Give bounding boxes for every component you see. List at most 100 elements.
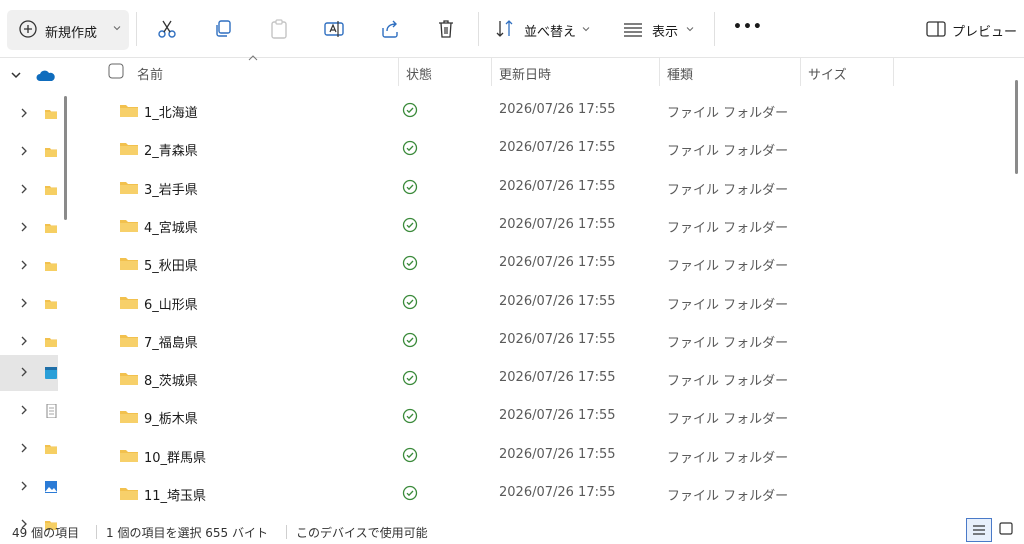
doc-icon — [46, 404, 57, 418]
chevron-down-icon — [582, 27, 590, 32]
chevron-right-icon[interactable] — [20, 481, 28, 491]
file-row[interactable]: 7_福島県 2026/07/26 17:55 ファイル フォルダー — [104, 321, 1004, 359]
file-modified-date: 2026/07/26 17:55 — [499, 216, 616, 232]
column-divider — [800, 58, 801, 86]
preview-button-label[interactable]: プレビュー — [952, 21, 1017, 40]
synced-check-icon — [402, 102, 418, 118]
folder-icon — [45, 148, 57, 157]
synced-check-icon — [402, 485, 418, 501]
column-header-modified[interactable]: 更新日時 — [499, 64, 551, 92]
chevron-right-icon[interactable] — [20, 146, 28, 156]
nav-scrollbar[interactable] — [64, 96, 67, 220]
file-modified-date: 2026/07/26 17:55 — [499, 485, 616, 500]
synced-check-icon — [402, 370, 418, 386]
file-row[interactable]: 10_群馬県 2026/07/26 17:55 ファイル フォルダー — [104, 436, 1004, 474]
copy-icon[interactable] — [212, 18, 234, 40]
synced-check-icon — [402, 256, 418, 271]
nav-item[interactable] — [0, 431, 58, 467]
delete-icon[interactable] — [435, 18, 457, 40]
folder-icon — [120, 411, 138, 424]
synced-check-icon — [402, 294, 418, 309]
chevron-right-icon[interactable] — [20, 405, 28, 415]
nav-item[interactable] — [0, 134, 58, 170]
file-row[interactable]: 3_岩手県 2026/07/26 17:55 ファイル フォルダー — [104, 168, 1004, 206]
nav-item-onedrive[interactable] — [0, 58, 58, 94]
nav-item[interactable] — [0, 210, 58, 246]
plus-circle-icon — [19, 20, 37, 38]
folder-icon — [45, 338, 57, 347]
sort-icon[interactable] — [494, 18, 516, 40]
sort-ascending-icon — [248, 55, 258, 61]
column-header-type[interactable]: 種類 — [667, 64, 693, 92]
status-divider — [96, 525, 97, 539]
app-icon — [45, 367, 57, 379]
folder-icon — [45, 300, 57, 309]
nav-item[interactable] — [0, 172, 58, 208]
chevron-down-icon — [686, 27, 694, 32]
share-icon[interactable] — [379, 18, 401, 40]
file-name: 2_青森県 — [144, 144, 198, 160]
toolbar-divider — [714, 12, 715, 46]
file-name: 7_福島県 — [144, 335, 198, 351]
file-row[interactable]: 8_茨城県 2026/07/26 17:55 ファイル フォルダー — [104, 359, 1004, 397]
file-type: ファイル フォルダー — [667, 106, 789, 121]
column-header-size[interactable]: サイズ — [808, 64, 847, 92]
folder-icon — [120, 219, 138, 232]
sort-button-label[interactable]: 並べ替え — [524, 21, 576, 40]
cut-icon[interactable] — [156, 18, 178, 40]
folder-icon — [120, 143, 138, 156]
rename-icon[interactable] — [323, 18, 345, 40]
file-type: ファイル フォルダー — [667, 489, 789, 504]
folder-icon — [120, 181, 138, 194]
file-row[interactable]: 5_秋田県 2026/07/26 17:55 ファイル フォルダー — [104, 244, 1004, 282]
toolbar-divider — [136, 12, 137, 46]
file-row[interactable]: 1_北海道 2026/07/26 17:55 ファイル フォルダー — [104, 91, 1004, 129]
chevron-right-icon[interactable] — [20, 222, 28, 232]
image-icon — [45, 481, 57, 493]
folder-icon — [120, 334, 138, 347]
file-name: 8_茨城県 — [144, 374, 198, 390]
folder-icon — [120, 373, 138, 386]
chevron-right-icon[interactable] — [20, 443, 28, 453]
file-row[interactable]: 2_青森県 2026/07/26 17:55 ファイル フォルダー — [104, 129, 1004, 167]
chevron-right-icon[interactable] — [20, 260, 28, 270]
file-modified-date: 2026/07/26 17:55 — [499, 370, 616, 386]
preview-pane-icon[interactable] — [925, 18, 947, 40]
chevron-right-icon[interactable] — [20, 298, 28, 308]
folder-icon — [45, 110, 57, 119]
tiles-view-button[interactable] — [994, 518, 1020, 542]
file-row[interactable]: 11_埼玉県 2026/07/26 17:55 ファイル フォルダー — [104, 474, 1004, 512]
folder-icon — [120, 296, 138, 309]
file-row[interactable]: 4_宮城県 2026/07/26 17:55 ファイル フォルダー — [104, 206, 1004, 244]
new-button[interactable]: 新規作成 — [7, 10, 129, 50]
nav-item[interactable] — [0, 286, 58, 322]
chevron-down-icon[interactable] — [11, 70, 21, 80]
nav-item[interactable] — [0, 469, 58, 505]
synced-check-icon — [402, 409, 418, 424]
synced-check-icon — [402, 332, 418, 347]
folder-icon — [120, 105, 138, 117]
file-row[interactable]: 9_栃木県 2026/07/26 17:55 ファイル フォルダー — [104, 397, 1004, 435]
chevron-right-icon[interactable] — [20, 184, 28, 194]
file-list-scrollbar[interactable] — [1015, 80, 1018, 174]
paste-icon[interactable] — [268, 18, 290, 40]
nav-item[interactable] — [0, 96, 58, 132]
view-lines-icon[interactable] — [622, 18, 644, 40]
nav-item[interactable] — [0, 393, 58, 429]
view-button-label[interactable]: 表示 — [652, 21, 678, 40]
file-row[interactable]: 6_山形県 2026/07/26 17:55 ファイル フォルダー — [104, 283, 1004, 321]
file-type: ファイル フォルダー — [667, 335, 789, 351]
file-modified-date: 2026/07/26 17:55 — [499, 331, 616, 347]
chevron-right-icon[interactable] — [20, 367, 28, 377]
column-header-status[interactable]: 状態 — [406, 64, 432, 92]
item-count: 49 個の項目 — [12, 526, 80, 540]
more-options-button[interactable]: ••• — [733, 19, 763, 35]
file-modified-date: 2026/07/26 17:55 — [499, 102, 616, 117]
nav-item[interactable] — [0, 355, 58, 391]
chevron-right-icon[interactable] — [20, 336, 28, 346]
details-view-button[interactable] — [966, 518, 992, 542]
select-all-checkbox[interactable] — [108, 63, 124, 79]
nav-item[interactable] — [0, 248, 58, 284]
chevron-right-icon[interactable] — [20, 108, 28, 118]
column-header-name[interactable]: 名前 — [137, 64, 163, 92]
